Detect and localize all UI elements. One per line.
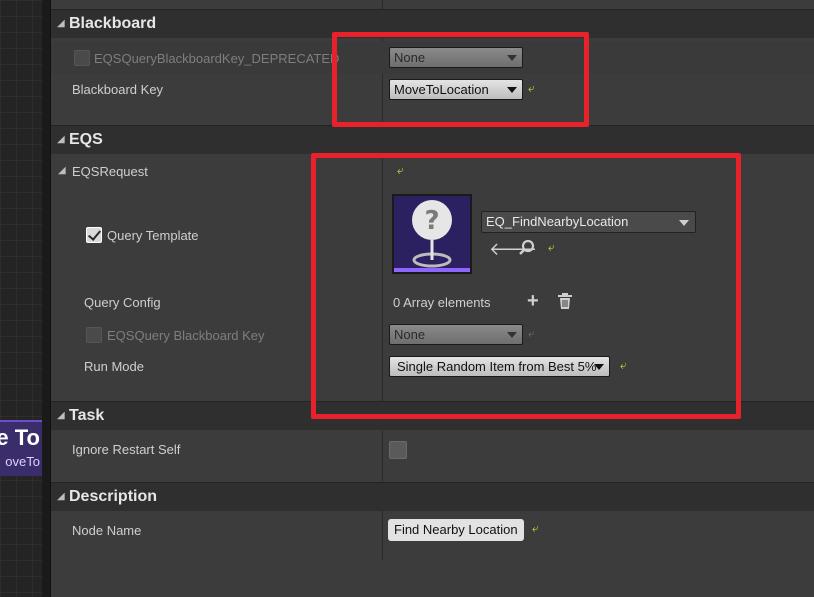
node-name-input[interactable]: Find Nearby Location [388, 519, 524, 541]
node-name-label: Node Name [72, 523, 142, 538]
deprecated-label: EQSQueryBlackboardKey_DEPRECATED [94, 51, 340, 66]
eqs-bb-key-checkbox[interactable] [86, 327, 102, 343]
collapse-triangle-icon[interactable]: ◢ [58, 165, 66, 176]
category-title: EQS [69, 131, 103, 148]
collapse-triangle-icon[interactable]: ◢ [57, 18, 65, 29]
graph-node-title: e To [0, 425, 40, 450]
category-title: Description [69, 488, 158, 505]
panel-splitter[interactable] [42, 0, 51, 597]
run-mode-label: Run Mode [84, 359, 144, 374]
graph-node[interactable]: e To oveTo [0, 420, 42, 476]
ignore-restart-checkbox[interactable] [389, 441, 407, 459]
row-ignore-restart: Ignore Restart Self [51, 434, 814, 466]
category-title: Blackboard [69, 15, 157, 32]
category-title: Task [69, 407, 105, 424]
blackboard-key-label: Blackboard Key [72, 82, 164, 97]
category-description[interactable]: ◢ Description [51, 482, 814, 511]
collapse-triangle-icon[interactable]: ◢ [57, 134, 65, 145]
category-eqs[interactable]: ◢ EQS [51, 125, 814, 154]
query-config-label: Query Config [84, 295, 161, 310]
reset-arrow-icon[interactable]: ⤶ [532, 521, 539, 536]
eqs-request-label: EQSRequest [72, 164, 148, 179]
query-template-label: Query Template [107, 228, 199, 243]
highlight-box-blackboard [332, 32, 589, 127]
graph-canvas[interactable] [0, 0, 42, 597]
query-template-checkbox[interactable] [86, 227, 102, 243]
deprecated-checkbox[interactable] [74, 50, 90, 66]
graph-node-subtitle: oveTo [5, 454, 40, 469]
collapse-triangle-icon[interactable]: ◢ [57, 491, 65, 502]
ignore-restart-label: Ignore Restart Self [72, 442, 181, 457]
highlight-box-eqs [311, 153, 741, 419]
eqs-bb-key-label: EQSQuery Blackboard Key [107, 328, 265, 343]
collapse-triangle-icon[interactable]: ◢ [57, 410, 65, 421]
row-node-name: Node Name Find Nearby Location ⤶ [51, 515, 814, 547]
